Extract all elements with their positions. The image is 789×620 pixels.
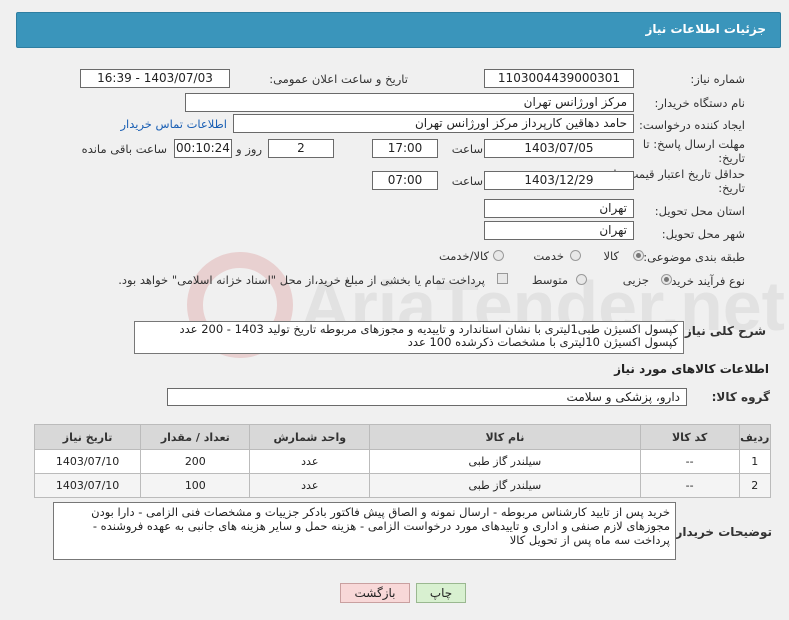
category-both-label: کالا/خدمت bbox=[438, 249, 489, 263]
province-label: استان محل تحویل: bbox=[654, 204, 745, 218]
summary-text: کپسول اکسیژن طبی1لیتری با نشان استاندارد… bbox=[134, 321, 684, 354]
deadline-date-field: 1403/07/05 bbox=[484, 139, 634, 158]
days-remaining-field: 2 bbox=[268, 139, 334, 158]
col-qty-header: تعداد / مقدار bbox=[140, 424, 251, 450]
col-row-header: ردیف bbox=[738, 424, 772, 450]
category-service-radio[interactable] bbox=[570, 250, 581, 261]
deadline-time-label: ساعت bbox=[451, 142, 483, 156]
cell-unit: عدد bbox=[249, 449, 371, 474]
back-button[interactable]: بازگشت bbox=[340, 583, 410, 603]
validity-label-date: تاریخ: bbox=[718, 181, 745, 195]
cell-unit: عدد bbox=[249, 473, 371, 498]
buyer-notes-line-3: پرداخت سه ماه پس از تحویل کالا bbox=[509, 533, 670, 547]
validity-time-label: ساعت bbox=[451, 174, 483, 188]
buyer-notes-label: توضیحات خریدار: bbox=[670, 525, 772, 539]
col-unit-header: واحد شمارش bbox=[249, 424, 371, 450]
col-name-header: نام کالا bbox=[369, 424, 641, 450]
cell-code: -- bbox=[639, 473, 740, 498]
cell-row: 2 bbox=[738, 473, 772, 498]
table-row: 1 -- سیلندر گاز طبی عدد 200 1403/07/10 bbox=[33, 449, 772, 474]
table-row: 2 -- سیلندر گاز طبی عدد 100 1403/07/10 bbox=[33, 473, 772, 498]
purchase-medium-radio[interactable] bbox=[576, 274, 587, 285]
summary-label: شرح کلی نیاز: bbox=[680, 324, 766, 338]
validity-date-field: 1403/12/29 bbox=[484, 171, 634, 190]
days-label: روز و bbox=[236, 142, 262, 156]
cell-date: 1403/07/10 bbox=[33, 473, 142, 498]
need-number-field: 1103004439000301 bbox=[484, 69, 634, 88]
creator-field: حامد دهاقین کارپرداز مرکز اورژانس تهران bbox=[233, 114, 634, 133]
buyer-org-label: نام دستگاه خریدار: bbox=[654, 96, 745, 110]
need-number-label: شماره نیاز: bbox=[690, 72, 745, 86]
province-field: تهران bbox=[484, 199, 634, 218]
category-goods-label: کالا bbox=[603, 249, 619, 263]
remaining-time-field: 00:10:24 bbox=[174, 139, 232, 158]
buyer-notes-line-2: مجوزهای لازم صنفی و اداری و تاییدهای مور… bbox=[92, 519, 670, 533]
col-date-header: تاریخ نیاز bbox=[33, 424, 142, 450]
remaining-label: ساعت باقی مانده bbox=[81, 142, 167, 156]
treasury-payment-checkbox[interactable] bbox=[497, 273, 508, 284]
category-service-label: خدمت bbox=[533, 249, 564, 263]
header-bar: جزئیات اطلاعات نیاز bbox=[16, 12, 781, 48]
creator-label: ایجاد کننده درخواست: bbox=[639, 118, 745, 132]
print-button[interactable]: چاپ bbox=[416, 583, 466, 603]
announce-field: 1403/07/03 - 16:39 bbox=[80, 69, 230, 88]
validity-time-field: 07:00 bbox=[372, 171, 438, 190]
category-goods-radio[interactable] bbox=[633, 250, 644, 261]
purchase-minor-radio[interactable] bbox=[661, 274, 672, 285]
cell-qty: 100 bbox=[140, 473, 251, 498]
summary-line-2: کپسول اکسیژن 10لیتری با مشخصات ذکرشده 10… bbox=[407, 335, 678, 349]
buyer-notes-line-1: خرید پس از تایید کارشناس مربوطه - ارسال … bbox=[91, 505, 670, 519]
cell-date: 1403/07/10 bbox=[33, 449, 142, 474]
purchase-minor-label: جزیی bbox=[622, 273, 649, 287]
deadline-label: مهلت ارسال پاسخ: تا bbox=[642, 137, 745, 151]
category-label: طبقه بندی موضوعی: bbox=[643, 250, 745, 264]
deadline-label-date: تاریخ: bbox=[718, 151, 745, 165]
cell-name: سیلندر گاز طبی bbox=[369, 449, 641, 474]
col-code-header: کد کالا bbox=[639, 424, 740, 450]
payment-note: پرداخت تمام یا بخشی از مبلغ خرید،از محل … bbox=[118, 273, 485, 287]
goods-group-field: دارو، پزشکی و سلامت bbox=[167, 388, 687, 406]
city-field: تهران bbox=[484, 221, 634, 240]
cell-qty: 200 bbox=[140, 449, 251, 474]
goods-group-label: گروه کالا: bbox=[711, 390, 770, 404]
deadline-time-field: 17:00 bbox=[372, 139, 438, 158]
cell-row: 1 bbox=[738, 449, 772, 474]
category-both-radio[interactable] bbox=[493, 250, 504, 261]
cell-code: -- bbox=[639, 449, 740, 474]
buyer-org-field: مرکز اورژانس تهران bbox=[185, 93, 634, 112]
cell-name: سیلندر گاز طبی bbox=[369, 473, 641, 498]
buyer-notes-text: خرید پس از تایید کارشناس مربوطه - ارسال … bbox=[53, 502, 676, 560]
purchase-type-label: نوع فرآیند خرید : bbox=[663, 274, 745, 288]
goods-section-title: اطلاعات کالاهای مورد نیاز bbox=[614, 362, 769, 376]
goods-table: ردیف کد کالا نام کالا واحد شمارش تعداد /… bbox=[33, 424, 772, 498]
page-title: جزئیات اطلاعات نیاز bbox=[645, 22, 766, 36]
announce-label: تاریخ و ساعت اعلان عمومی: bbox=[269, 72, 408, 86]
contact-info-link[interactable]: اطلاعات تماس خریدار bbox=[120, 117, 227, 131]
purchase-medium-label: متوسط bbox=[531, 273, 568, 287]
city-label: شهر محل تحویل: bbox=[661, 227, 745, 241]
table-header-row: ردیف کد کالا نام کالا واحد شمارش تعداد /… bbox=[33, 424, 772, 450]
